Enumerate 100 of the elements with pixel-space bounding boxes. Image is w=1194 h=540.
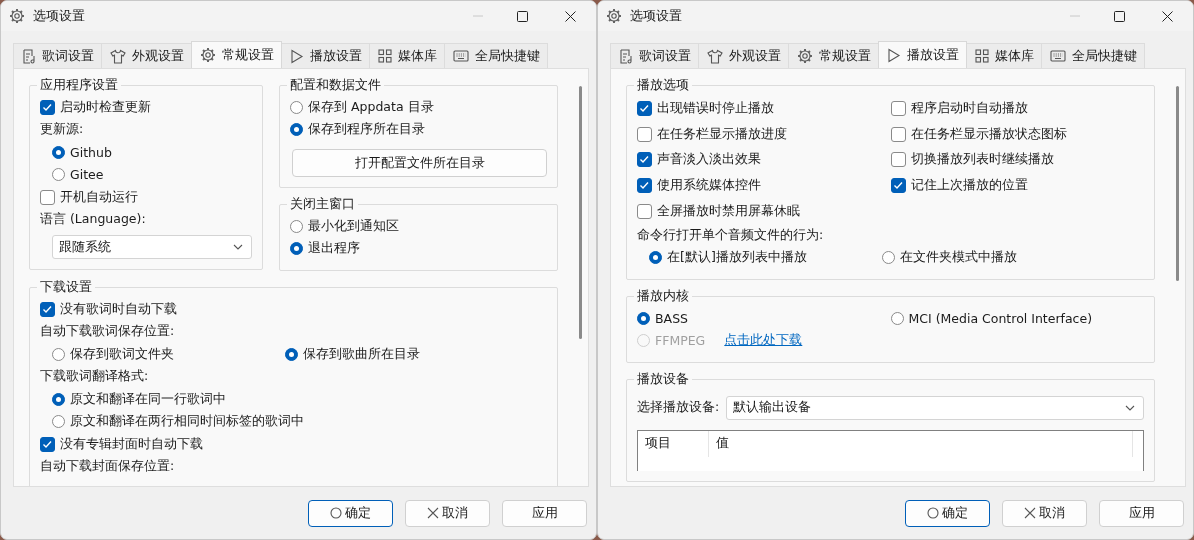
dropdown-value: 默认输出设备 bbox=[733, 399, 812, 417]
checkbox-label: 在任务栏显示播放进度 bbox=[657, 125, 787, 143]
field-label: 选择播放设备: bbox=[637, 399, 720, 417]
dialog-button[interactable]: 确定 bbox=[308, 499, 393, 527]
tab[interactable]: 外观设置 bbox=[101, 43, 192, 68]
radio-button[interactable] bbox=[52, 347, 65, 361]
checkbox-label: 没有专辑封面时自动下载 bbox=[60, 435, 203, 453]
field-label: 更新源: bbox=[40, 121, 84, 139]
dialog-button[interactable]: 取消 bbox=[405, 499, 490, 527]
checkbox[interactable] bbox=[40, 189, 55, 205]
scrollbar-thumb[interactable] bbox=[578, 86, 582, 339]
tab[interactable]: 全局快捷键 bbox=[1041, 43, 1145, 68]
radio-button[interactable] bbox=[52, 168, 65, 182]
radio-button[interactable] bbox=[285, 347, 299, 361]
field-label: 语言 (Language): bbox=[40, 211, 146, 229]
radio-button[interactable] bbox=[290, 123, 303, 137]
radio-label: MCI (Media Control Interface) bbox=[908, 310, 1093, 326]
shirt-icon bbox=[110, 48, 126, 64]
checkbox-label: 启动时检查更新 bbox=[60, 98, 151, 116]
radio-button[interactable] bbox=[290, 100, 303, 114]
maximize-icon bbox=[516, 10, 528, 22]
circle-icon bbox=[330, 507, 342, 519]
tab[interactable]: 歌词设置 bbox=[610, 43, 699, 68]
radio-label: Github bbox=[70, 144, 112, 160]
radio-label: 最小化到通知区 bbox=[308, 217, 399, 235]
checkbox[interactable] bbox=[637, 203, 652, 219]
radio-button[interactable] bbox=[290, 242, 303, 256]
close-icon bbox=[1024, 507, 1036, 519]
gear-icon bbox=[797, 48, 813, 64]
lyrics-document-icon bbox=[619, 48, 633, 64]
keyboard-icon bbox=[453, 50, 469, 62]
checkbox[interactable] bbox=[637, 126, 652, 142]
radio-button[interactable] bbox=[290, 219, 303, 233]
tab[interactable]: 媒体库 bbox=[966, 43, 1042, 68]
settings-icon bbox=[606, 8, 622, 24]
tab[interactable]: 播放设置 bbox=[878, 41, 967, 68]
checkbox[interactable] bbox=[637, 101, 652, 117]
scrollbar-thumb[interactable] bbox=[1175, 86, 1179, 281]
radio-button[interactable] bbox=[52, 392, 65, 406]
tab[interactable]: 常规设置 bbox=[191, 41, 282, 68]
checkbox[interactable] bbox=[637, 152, 652, 168]
dialog-button[interactable]: 取消 bbox=[1002, 499, 1087, 527]
group-title: 播放设备 bbox=[636, 370, 690, 388]
radio-label: Gitee bbox=[70, 167, 104, 183]
grid-icon bbox=[378, 49, 392, 63]
checkbox[interactable] bbox=[890, 152, 906, 168]
group-title: 配置和数据文件 bbox=[289, 77, 382, 94]
field-label: 下载歌词翻译格式: bbox=[40, 368, 149, 386]
tab[interactable]: 常规设置 bbox=[788, 43, 879, 68]
radio-label: BASS bbox=[655, 310, 688, 326]
checkbox[interactable] bbox=[637, 178, 652, 194]
tab[interactable]: 播放设置 bbox=[281, 43, 370, 68]
tab[interactable]: 全局快捷键 bbox=[444, 43, 548, 68]
column-header[interactable]: 值 bbox=[709, 430, 1133, 457]
checkbox[interactable] bbox=[40, 99, 55, 115]
field-label: 命令行打开单个音频文件的行为: bbox=[637, 226, 824, 244]
checkbox[interactable] bbox=[890, 101, 906, 117]
open-folder-button[interactable]: 打开配置文件所在目录 bbox=[292, 149, 547, 177]
dialog-button[interactable]: 应用 bbox=[502, 499, 587, 527]
window-title: 选项设置 bbox=[33, 7, 86, 25]
group-title: 关闭主窗口 bbox=[289, 196, 356, 213]
tab[interactable]: 媒体库 bbox=[369, 43, 445, 68]
shirt-icon bbox=[707, 48, 723, 64]
dropdown[interactable]: 跟随系统 bbox=[52, 235, 252, 259]
tab[interactable]: 外观设置 bbox=[698, 43, 789, 68]
dropdown[interactable]: 默认输出设备 bbox=[726, 395, 1144, 420]
radio-button[interactable] bbox=[52, 415, 65, 429]
circle-icon bbox=[927, 507, 939, 519]
radio-button[interactable] bbox=[649, 251, 662, 265]
column-header[interactable]: 项目 bbox=[638, 430, 709, 457]
checkbox-label: 声音淡入淡出效果 bbox=[657, 151, 761, 169]
checkbox-label: 没有歌词时自动下载 bbox=[60, 300, 177, 318]
checkbox-label: 在任务栏显示播放状态图标 bbox=[910, 125, 1067, 143]
play-icon bbox=[290, 48, 304, 64]
tab[interactable]: 歌词设置 bbox=[13, 43, 102, 68]
dropdown-value: 跟随系统 bbox=[59, 238, 111, 256]
checkbox-label: 使用系统媒体控件 bbox=[657, 177, 761, 195]
group-title: 播放选项 bbox=[636, 77, 690, 94]
dialog-button[interactable]: 应用 bbox=[1099, 499, 1184, 527]
checkbox-label: 出现错误时停止播放 bbox=[657, 100, 774, 118]
checkbox-label: 记住上次播放的位置 bbox=[910, 177, 1028, 195]
checkbox[interactable] bbox=[890, 126, 906, 142]
radio-label: 原文和翻译在同一行歌词中 bbox=[70, 390, 226, 408]
checkbox[interactable] bbox=[890, 178, 906, 194]
radio-label: 原文和翻译在两行相同时间标签的歌词中 bbox=[70, 413, 304, 431]
group-title: 下载设置 bbox=[39, 279, 93, 296]
radio-button[interactable] bbox=[52, 145, 65, 159]
close-icon bbox=[1161, 10, 1173, 22]
radio-label: 保存到 Appdata 目录 bbox=[308, 98, 434, 116]
dialog-button[interactable]: 确定 bbox=[905, 499, 990, 527]
settings-icon bbox=[9, 8, 25, 24]
radio-button[interactable] bbox=[637, 311, 650, 325]
radio-label: 在文件夹模式中播放 bbox=[900, 249, 1018, 267]
checkbox[interactable] bbox=[40, 436, 55, 452]
play-icon bbox=[887, 47, 901, 63]
field-label: 自动下载歌词保存位置: bbox=[40, 323, 175, 341]
radio-button[interactable] bbox=[882, 251, 896, 265]
checkbox[interactable] bbox=[40, 301, 55, 317]
radio-button[interactable] bbox=[890, 311, 904, 325]
keyboard-icon bbox=[1050, 50, 1066, 62]
